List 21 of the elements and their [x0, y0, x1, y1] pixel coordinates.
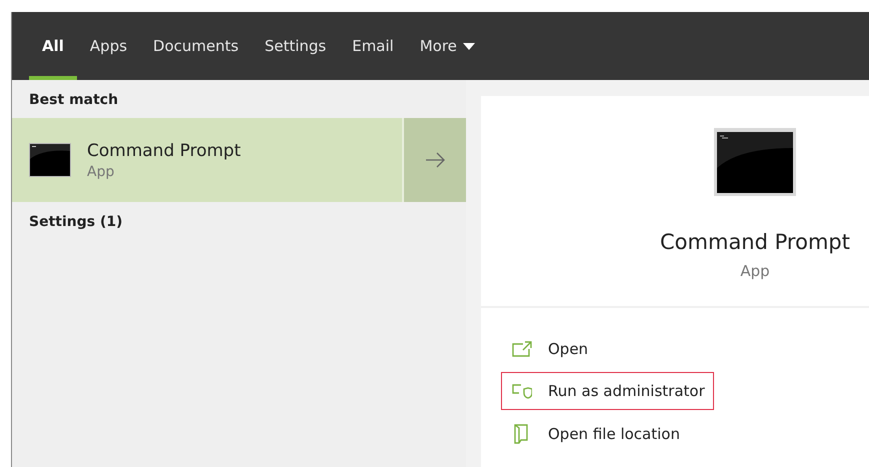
action-item[interactable]: Open: [501, 330, 598, 368]
expand-button[interactable]: [402, 118, 466, 202]
result-item[interactable]: Command Prompt App: [12, 118, 466, 202]
tab[interactable]: Settings: [252, 12, 340, 80]
section-heading: Settings (1): [28, 213, 124, 232]
app-name: Command Prompt: [660, 230, 850, 254]
app-name: Command Prompt: [87, 140, 241, 160]
open-window-icon: [512, 341, 532, 357]
app-type: App: [87, 164, 116, 180]
section-heading: Best match: [28, 91, 120, 110]
action-item[interactable]: Open file location: [501, 414, 689, 454]
terminal-icon: [714, 128, 796, 196]
tab[interactable]: Apps: [76, 12, 140, 80]
terminal-icon: [29, 143, 71, 177]
shield-icon: [512, 383, 532, 399]
tab[interactable]: More: [406, 12, 488, 80]
action-item[interactable]: Run as administrator: [501, 372, 714, 410]
tab[interactable]: Documents: [140, 12, 252, 80]
arrow-icon: [425, 152, 445, 168]
tab[interactable]: Email: [339, 12, 407, 80]
app-type: App: [740, 262, 770, 280]
